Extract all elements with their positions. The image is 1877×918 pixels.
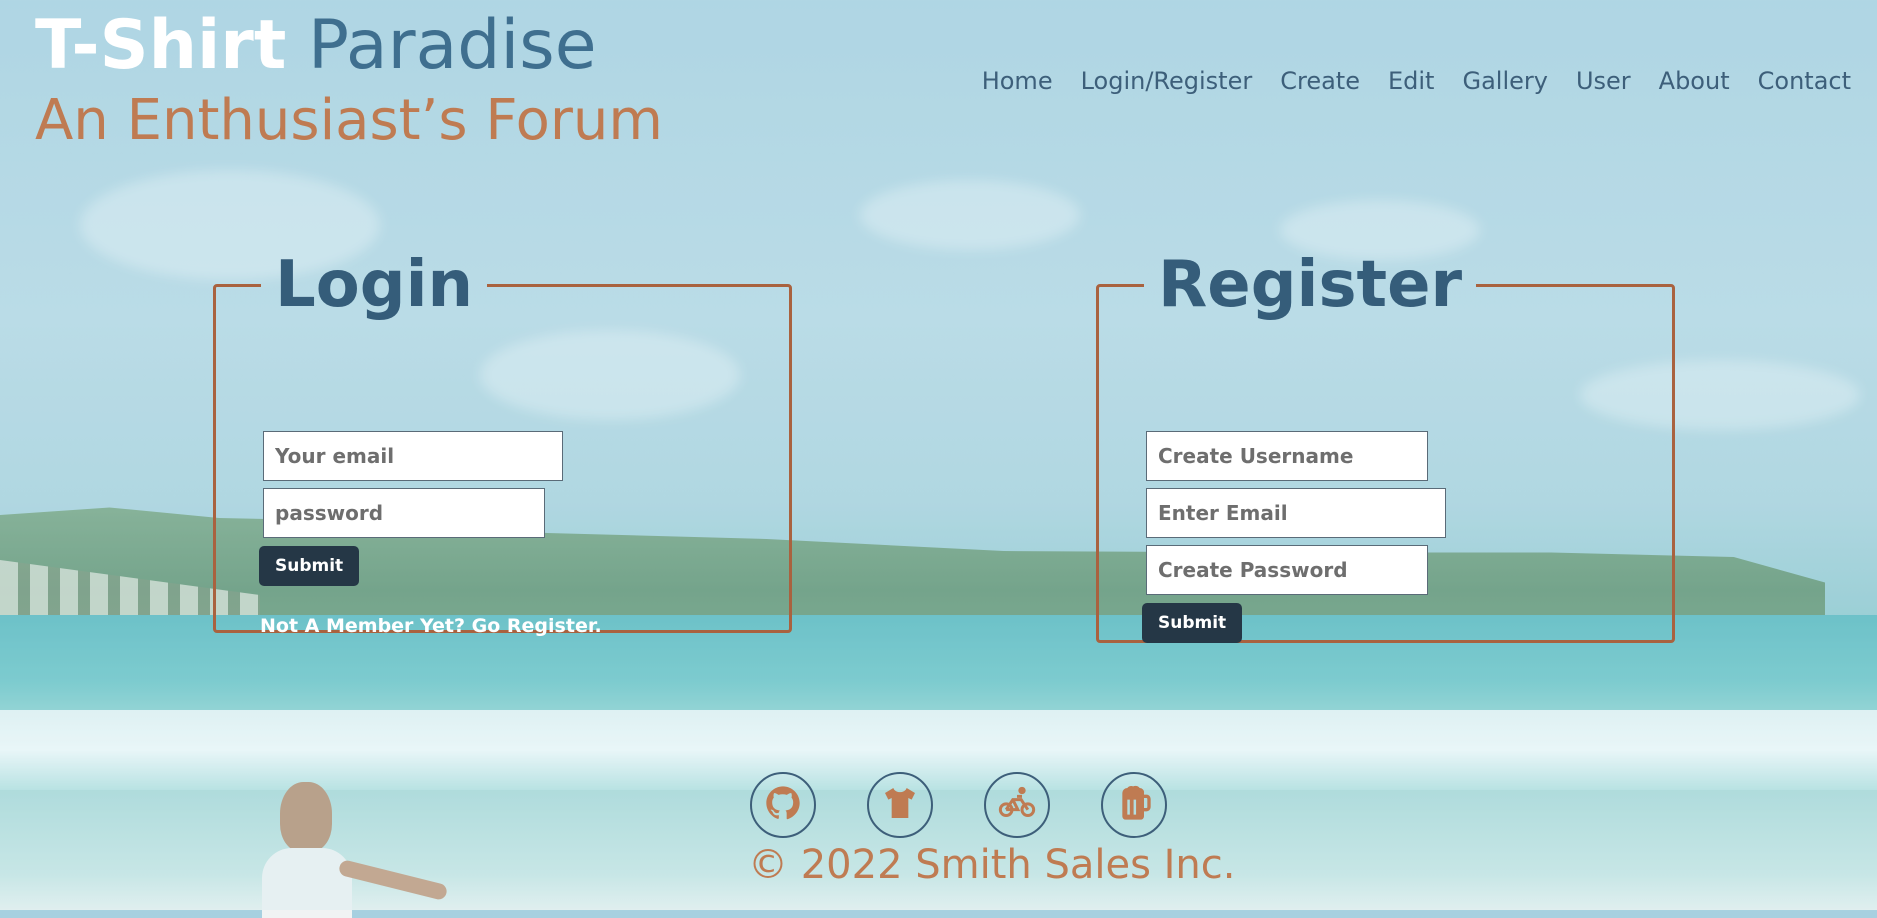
site-brand: T-Shirt Paradise An Enthusiast’s Forum — [35, 6, 663, 156]
nav-login-register[interactable]: Login/Register — [1081, 67, 1253, 95]
register-username-input[interactable] — [1146, 431, 1428, 481]
copyright-text: © 2022 Smith Sales Inc. — [748, 842, 1236, 888]
login-email-input[interactable] — [263, 431, 563, 481]
github-link[interactable] — [750, 772, 816, 838]
nav-gallery[interactable]: Gallery — [1462, 67, 1547, 95]
tshirt-icon — [880, 783, 920, 827]
site-title: T-Shirt Paradise — [35, 6, 597, 85]
login-heading: Login — [275, 248, 474, 322]
nav-about[interactable]: About — [1659, 67, 1730, 95]
bicycle-icon — [997, 783, 1037, 827]
tshirt-link[interactable] — [867, 772, 933, 838]
nav-create[interactable]: Create — [1280, 67, 1360, 95]
beer-mug-icon — [1114, 783, 1154, 827]
go-register-link[interactable]: Not A Member Yet? Go Register. — [260, 615, 602, 637]
login-submit-button[interactable]: Submit — [259, 546, 360, 586]
register-heading: Register — [1158, 248, 1463, 322]
login-password-input[interactable] — [263, 488, 545, 538]
github-icon — [763, 783, 803, 827]
nav-user[interactable]: User — [1576, 67, 1631, 95]
register-panel: Register Submit — [1096, 250, 1675, 643]
register-password-input[interactable] — [1146, 545, 1428, 595]
register-email-input[interactable] — [1146, 488, 1446, 538]
nav-edit[interactable]: Edit — [1388, 67, 1434, 95]
bicycle-link[interactable] — [984, 772, 1050, 838]
main-nav: Home Login/Register Create Edit Gallery … — [982, 67, 1851, 95]
register-submit-button[interactable]: Submit — [1142, 603, 1243, 643]
login-panel: Login Submit Not A Member Yet? Go Regist… — [213, 248, 792, 637]
beer-link[interactable] — [1101, 772, 1167, 838]
nav-contact[interactable]: Contact — [1758, 67, 1851, 95]
nav-home[interactable]: Home — [982, 67, 1053, 95]
site-subtitle: An Enthusiast’s Forum — [35, 88, 663, 153]
